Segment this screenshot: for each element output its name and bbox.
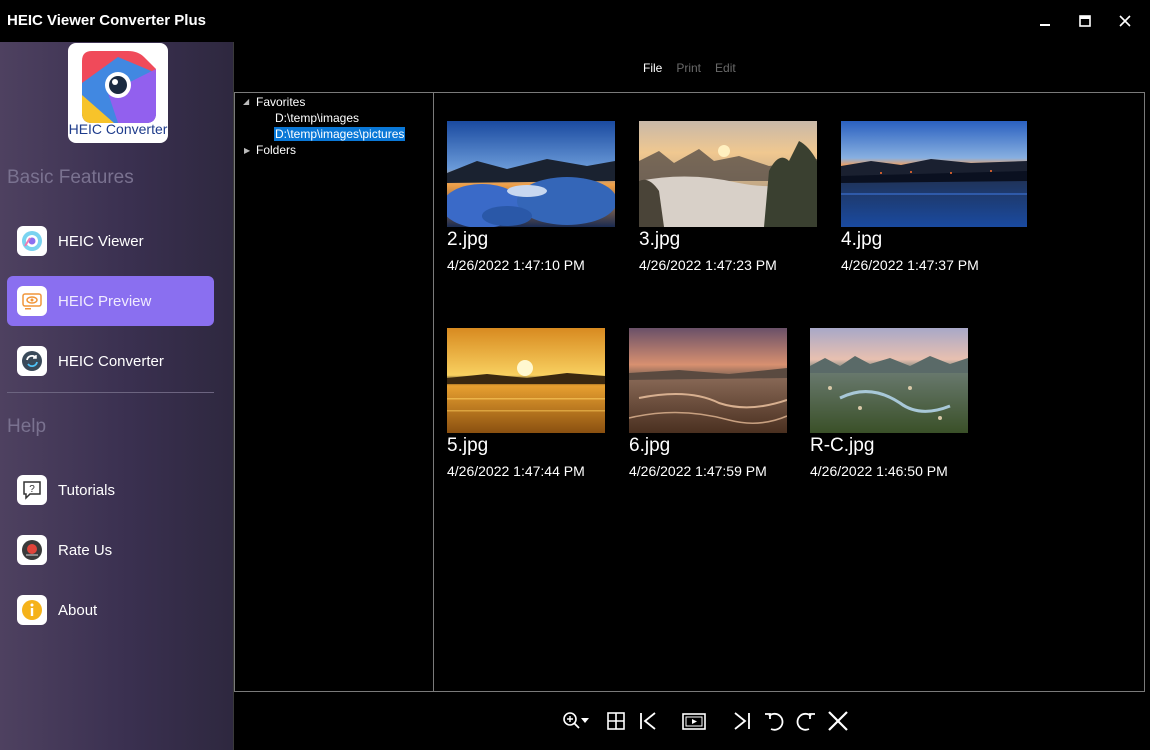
tree-item-fav-selected[interactable]: D:\temp\images\pictures xyxy=(274,127,406,141)
grid-view-icon[interactable] xyxy=(603,708,629,734)
close-icon[interactable] xyxy=(1114,10,1136,32)
tree-item-favorites[interactable]: Favorites xyxy=(256,95,305,109)
thumbnail-item[interactable]: 3.jpg 4/26/2022 1:47:23 PM xyxy=(639,121,819,273)
image-date: 4/26/2022 1:47:44 PM xyxy=(447,463,585,479)
menu-edit[interactable]: Edit xyxy=(715,61,736,75)
folder-tree: ◢ Favorites D:\temp\images D:\temp\image… xyxy=(234,92,434,692)
image-name: 5.jpg xyxy=(447,435,489,456)
image-name: R-C.jpg xyxy=(810,435,875,456)
first-image-icon[interactable] xyxy=(635,708,661,734)
thumbnail-item[interactable]: 2.jpg 4/26/2022 1:47:10 PM xyxy=(447,121,617,273)
help-bubble-icon: ? xyxy=(17,475,47,505)
thumbnail-image xyxy=(447,328,605,433)
image-name: 2.jpg xyxy=(447,229,489,250)
maximize-icon[interactable] xyxy=(1074,10,1096,32)
nav-label: Rate Us xyxy=(58,541,113,559)
image-name: 6.jpg xyxy=(629,435,671,456)
nav-item-about[interactable]: About xyxy=(7,585,214,635)
nav-item-heic-converter[interactable]: HEIC Converter xyxy=(7,336,214,386)
image-date: 4/26/2022 1:46:50 PM xyxy=(810,463,948,479)
expanded-arrow-icon[interactable]: ◢ xyxy=(243,97,249,106)
app-logo: HEIC Converter xyxy=(68,43,168,143)
menu-bar: File Print Edit xyxy=(643,61,736,75)
sidebar-divider xyxy=(7,392,214,393)
nav-label: HEIC Converter xyxy=(58,352,164,370)
image-date: 4/26/2022 1:47:10 PM xyxy=(447,257,585,273)
image-date: 4/26/2022 1:47:23 PM xyxy=(639,257,777,273)
thumbnail-item[interactable]: R-C.jpg 4/26/2022 1:46:50 PM xyxy=(810,328,980,479)
app-title: HEIC Viewer Converter Plus xyxy=(7,12,206,29)
rotate-left-icon[interactable] xyxy=(761,708,787,734)
thumbnail-image xyxy=(447,121,615,227)
thumbnail-item[interactable]: 5.jpg 4/26/2022 1:47:44 PM xyxy=(447,328,607,479)
tree-item-fav[interactable]: D:\temp\images xyxy=(275,111,359,125)
tree-item-folders[interactable]: Folders xyxy=(256,143,296,157)
sidebar: HEIC Converter Basic Features HEIC Viewe… xyxy=(0,42,233,750)
thumbnail-image xyxy=(639,121,817,227)
nav-label: HEIC Viewer xyxy=(58,232,144,250)
zoom-icon[interactable] xyxy=(560,708,592,734)
rotate-right-icon[interactable] xyxy=(793,708,819,734)
thumbnail-image xyxy=(841,121,1027,227)
nav-item-rate-us[interactable]: Rate Us xyxy=(7,525,214,575)
thumbnail-item[interactable]: 4.jpg 4/26/2022 1:47:37 PM xyxy=(841,121,1031,273)
image-date: 4/26/2022 1:47:59 PM xyxy=(629,463,767,479)
image-name: 3.jpg xyxy=(639,229,681,250)
preview-icon xyxy=(17,286,47,316)
menu-print[interactable]: Print xyxy=(676,61,701,75)
image-date: 4/26/2022 1:47:37 PM xyxy=(841,257,979,273)
menu-file[interactable]: File xyxy=(643,61,662,75)
last-image-icon[interactable] xyxy=(729,708,755,734)
nav-item-heic-preview[interactable]: HEIC Preview xyxy=(7,276,214,326)
info-icon xyxy=(17,595,47,625)
svg-text:?: ? xyxy=(29,484,35,495)
nav-item-tutorials[interactable]: ? Tutorials xyxy=(7,465,214,515)
nav-label: About xyxy=(58,601,98,619)
eye-icon xyxy=(17,226,47,256)
section-title-basic: Basic Features xyxy=(7,167,134,188)
nav-label: HEIC Preview xyxy=(58,292,152,310)
title-bar: HEIC Viewer Converter Plus xyxy=(0,0,1150,42)
nav-item-heic-viewer[interactable]: HEIC Viewer xyxy=(7,216,214,266)
rate-icon xyxy=(17,535,47,565)
image-name: 4.jpg xyxy=(841,229,883,250)
thumbnail-item[interactable]: 6.jpg 4/26/2022 1:47:59 PM xyxy=(629,328,789,479)
nav-label: Tutorials xyxy=(58,481,115,499)
close-image-icon[interactable] xyxy=(825,708,851,734)
thumbnail-image xyxy=(629,328,787,433)
thumbnail-grid: 2.jpg 4/26/2022 1:47:10 PM 3.jpg 4/26/20… xyxy=(434,92,1145,692)
section-title-help: Help xyxy=(7,416,47,437)
minimize-icon[interactable] xyxy=(1034,10,1056,32)
convert-icon xyxy=(17,346,47,376)
thumbnail-image xyxy=(810,328,968,433)
logo-text: HEIC Converter xyxy=(68,121,168,137)
slideshow-icon[interactable] xyxy=(681,708,707,734)
collapsed-arrow-icon[interactable]: ▶ xyxy=(244,146,250,155)
